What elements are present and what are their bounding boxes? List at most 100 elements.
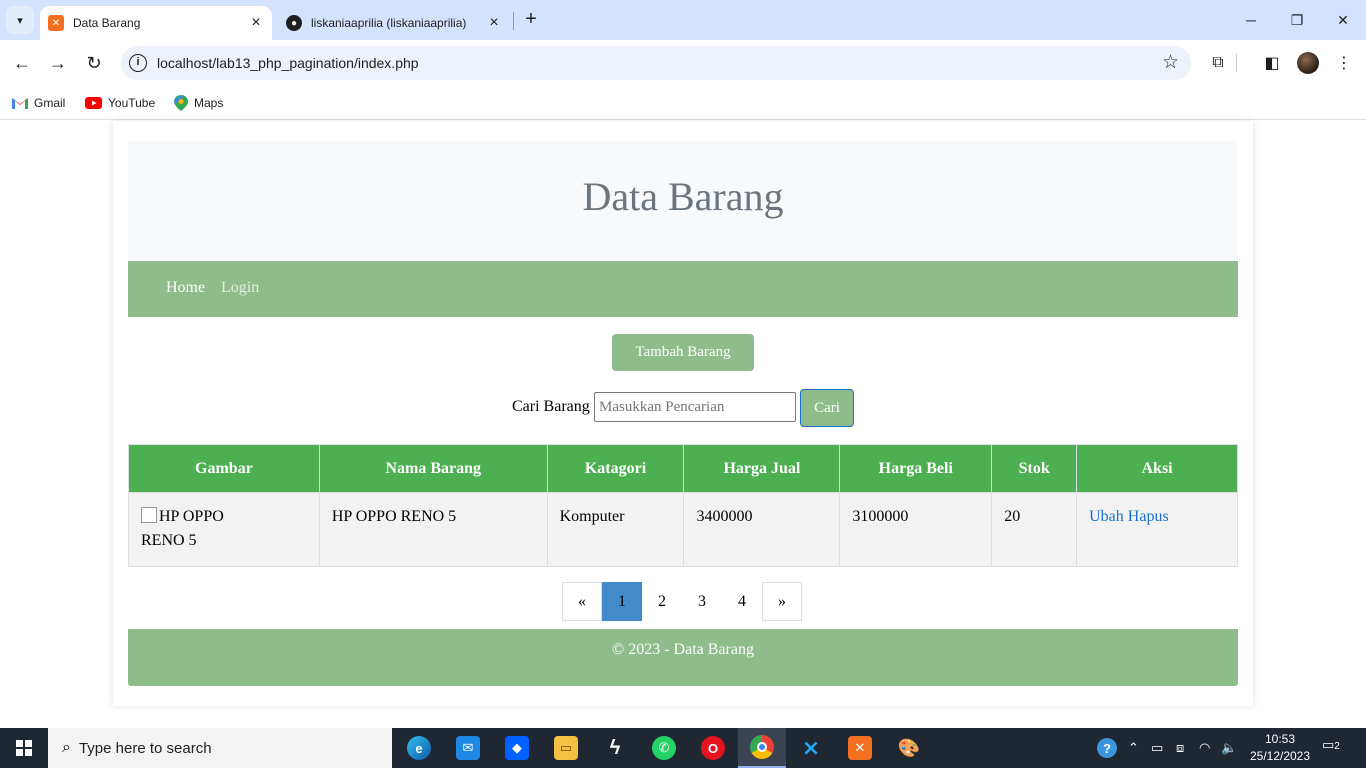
bookmark-label: YouTube bbox=[108, 96, 156, 110]
pagination: « 1 2 3 4 » bbox=[562, 582, 802, 621]
nav-login-link[interactable]: Login bbox=[221, 279, 259, 297]
pagination-next[interactable]: » bbox=[762, 582, 802, 621]
notification-icon: ▭ bbox=[1322, 737, 1335, 752]
clock-time: 10:53 bbox=[1264, 732, 1296, 746]
items-table: Gambar Nama Barang Katagori Harga Jual H… bbox=[128, 444, 1238, 567]
tray-network[interactable]: ◠ bbox=[1199, 728, 1210, 768]
notification-count: 2 bbox=[1334, 741, 1340, 752]
minimize-button[interactable]: ─ bbox=[1228, 0, 1274, 40]
address-bar[interactable]: i localhost/lab13_php_pagination/index.p… bbox=[121, 46, 1191, 80]
search-label: Cari Barang bbox=[512, 398, 590, 415]
site-info-icon[interactable]: i bbox=[129, 54, 147, 72]
notification-button[interactable]: ▭2 bbox=[1322, 737, 1346, 759]
taskbar-search-placeholder: Type here to search bbox=[78, 739, 212, 757]
taskbar-opera[interactable]: O bbox=[689, 728, 737, 768]
xampp-icon: ✕ bbox=[48, 15, 64, 31]
taskbar-vscode[interactable]: ⨯ bbox=[787, 728, 835, 768]
tray-volume[interactable]: 🔈 bbox=[1221, 728, 1237, 768]
taskbar-edge[interactable]: e bbox=[395, 728, 443, 768]
chevron-up-icon: ⌃ bbox=[1128, 740, 1139, 755]
browser-toolbar: ← → ↻ i localhost/lab13_php_pagination/i… bbox=[0, 40, 1366, 86]
pagination-page-4[interactable]: 4 bbox=[722, 582, 762, 621]
image-cell: HP OPPO RENO 5 bbox=[128, 492, 320, 567]
delete-link[interactable]: Hapus bbox=[1128, 508, 1169, 525]
pagination-page-3[interactable]: 3 bbox=[682, 582, 722, 621]
page-footer: © 2023 - Data Barang bbox=[128, 629, 1238, 686]
tab-search-button[interactable]: ▾ bbox=[6, 6, 34, 34]
add-item-button[interactable]: Tambah Barang bbox=[612, 334, 754, 371]
taskbar-file-explorer[interactable]: ▭ bbox=[542, 728, 590, 768]
close-tab-icon[interactable]: × bbox=[246, 14, 266, 32]
search-icon: ⌕ bbox=[62, 739, 71, 756]
action-cell: Ubah Hapus bbox=[1076, 492, 1238, 567]
search-button[interactable]: Cari bbox=[800, 389, 854, 427]
taskbar-app[interactable]: ϟ bbox=[591, 728, 639, 768]
tab-title: liskaniaaprilia (liskaniaaprilia) bbox=[311, 16, 467, 30]
tray-battery[interactable]: ▭ bbox=[1151, 728, 1163, 768]
column-header: Aksi bbox=[1076, 444, 1238, 493]
name-cell: HP OPPO RENO 5 bbox=[318, 492, 548, 567]
column-header: Harga Jual bbox=[683, 444, 841, 493]
table-row: HP OPPO RENO 5 HP OPPO RENO 5 Komputer 3… bbox=[128, 492, 1238, 567]
bookmark-maps[interactable]: Maps bbox=[174, 93, 223, 113]
close-window-button[interactable]: ✕ bbox=[1320, 0, 1366, 40]
tray-help[interactable]: ? bbox=[1097, 728, 1117, 768]
start-button[interactable] bbox=[0, 728, 48, 768]
column-header: Harga Beli bbox=[839, 444, 993, 493]
close-tab-icon[interactable]: × bbox=[484, 14, 504, 32]
profile-avatar[interactable] bbox=[1297, 52, 1319, 74]
forward-button[interactable]: → bbox=[43, 48, 73, 78]
taskbar-search[interactable]: ⌕ Type here to search bbox=[48, 728, 392, 768]
chevron-down-icon: ▾ bbox=[17, 14, 23, 27]
arrow-right-icon: → bbox=[49, 52, 67, 73]
menu-kebab-icon[interactable]: ⋮ bbox=[1331, 50, 1357, 76]
whatsapp-icon: ✆ bbox=[652, 736, 676, 760]
search-input[interactable] bbox=[594, 392, 796, 422]
taskbar-paint[interactable]: 🎨 bbox=[885, 728, 933, 768]
reload-icon: ↻ bbox=[86, 52, 102, 73]
edit-link[interactable]: Ubah bbox=[1089, 508, 1124, 525]
taskbar-chrome[interactable] bbox=[738, 728, 786, 768]
bookmark-star-icon[interactable]: ☆ bbox=[1162, 51, 1179, 74]
buy-price-cell: 3100000 bbox=[839, 492, 993, 567]
chrome-icon bbox=[750, 735, 774, 759]
side-panel-icon[interactable]: ◧ bbox=[1259, 50, 1285, 76]
extensions-icon[interactable]: ⧉ bbox=[1205, 50, 1231, 76]
taskbar-clock[interactable]: 10:53 25/12/2023 bbox=[1248, 731, 1312, 765]
taskbar-dropbox[interactable]: ◆ bbox=[493, 728, 541, 768]
nav-home-link[interactable]: Home bbox=[166, 279, 205, 297]
youtube-icon bbox=[85, 97, 102, 109]
reload-button[interactable]: ↻ bbox=[79, 48, 109, 78]
mail-icon: ✉ bbox=[456, 736, 480, 760]
bookmark-gmail[interactable]: Gmail bbox=[12, 93, 65, 113]
folder-icon: ▭ bbox=[554, 736, 578, 760]
pagination-page-2[interactable]: 2 bbox=[642, 582, 682, 621]
bookmark-label: Gmail bbox=[34, 96, 66, 110]
new-tab-button[interactable]: + bbox=[520, 8, 542, 32]
wifi-icon: ◠ bbox=[1199, 740, 1211, 755]
pagination-prev[interactable]: « bbox=[562, 582, 602, 621]
bookmark-label: Maps bbox=[194, 96, 224, 110]
bookmark-youtube[interactable]: YouTube bbox=[85, 93, 155, 113]
restore-button[interactable]: ❐ bbox=[1274, 0, 1320, 40]
taskbar-whatsapp[interactable]: ✆ bbox=[640, 728, 688, 768]
tab-data-barang[interactable]: ✕ Data Barang × bbox=[40, 6, 272, 40]
battery-icon: ▭ bbox=[1151, 740, 1164, 755]
camera-icon: ⧈ bbox=[1176, 740, 1185, 755]
taskbar-mail[interactable]: ✉ bbox=[444, 728, 492, 768]
back-button[interactable]: ← bbox=[7, 48, 37, 78]
gmail-icon bbox=[12, 97, 28, 109]
dropbox-icon: ◆ bbox=[505, 736, 529, 760]
pagination-page-1[interactable]: 1 bbox=[602, 582, 642, 621]
url-text[interactable]: localhost/lab13_php_pagination/index.php bbox=[157, 55, 419, 71]
column-header: Gambar bbox=[128, 444, 320, 493]
help-icon: ? bbox=[1097, 738, 1117, 758]
xampp-icon: ✕ bbox=[848, 736, 872, 760]
clock-date: 25/12/2023 bbox=[1249, 749, 1311, 763]
tab-github[interactable]: ● liskaniaaprilia (liskaniaaprilia) × bbox=[278, 6, 510, 40]
taskbar-xampp[interactable]: ✕ bbox=[836, 728, 884, 768]
tray-device[interactable]: ⧈ bbox=[1176, 728, 1184, 768]
page-title: Data Barang bbox=[582, 174, 784, 219]
browser-tab-bar: ▾ ✕ Data Barang × ● liskaniaaprilia (lis… bbox=[0, 0, 1366, 40]
tray-overflow[interactable]: ⌃ bbox=[1128, 728, 1139, 768]
